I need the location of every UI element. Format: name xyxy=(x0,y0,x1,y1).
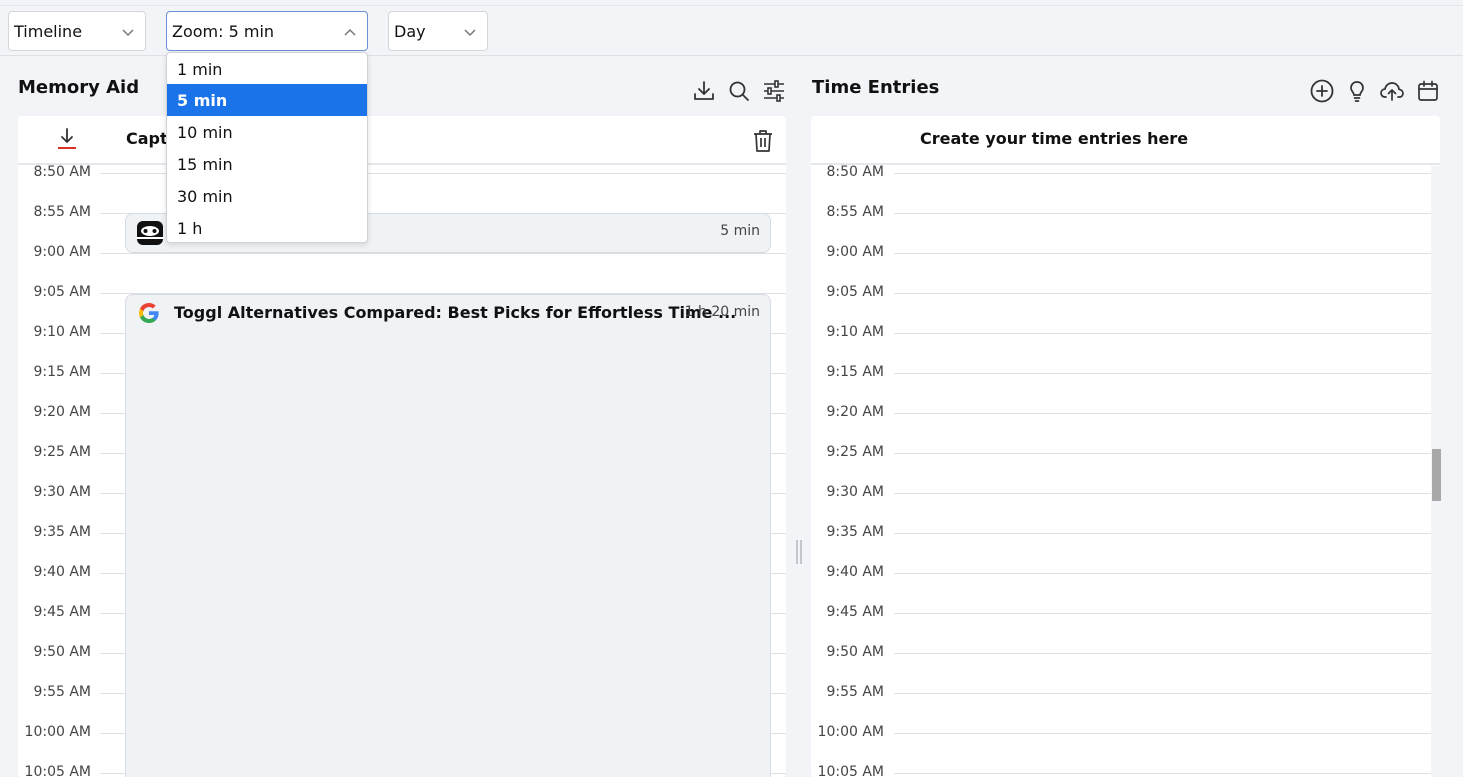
event-duration: 5 min xyxy=(720,223,760,239)
zoom-option[interactable]: 10 min xyxy=(167,116,367,148)
memory-aid-title: Memory Aid xyxy=(18,77,140,98)
event-duration: 1 h 20 min xyxy=(684,304,760,320)
time-gridline xyxy=(894,773,1431,774)
event-title: Toggl Alternatives Compared: Best Picks … xyxy=(174,303,737,322)
time-label: 10:00 AM xyxy=(24,724,91,740)
time-gridline xyxy=(894,293,1431,294)
zoom-option-selected[interactable]: 5 min xyxy=(167,84,367,116)
time-gridline xyxy=(894,653,1431,654)
event-block[interactable]: Toggl Alternatives Compared: Best Picks … xyxy=(125,294,771,777)
zoom-option[interactable]: 1 min xyxy=(167,53,367,85)
time-label: 9:45 AM xyxy=(826,604,884,620)
cloud-upload-icon[interactable] xyxy=(1378,77,1406,105)
chevron-down-icon xyxy=(122,29,134,37)
time-label: 9:35 AM xyxy=(826,524,884,540)
time-gridline xyxy=(894,453,1431,454)
time-label: 10:00 AM xyxy=(817,724,884,740)
time-label: 9:55 AM xyxy=(826,684,884,700)
scrollbar-thumb[interactable] xyxy=(1432,449,1441,501)
time-gridline xyxy=(894,613,1431,614)
time-label: 8:55 AM xyxy=(33,204,91,220)
time-label: 9:10 AM xyxy=(33,324,91,340)
time-label: 8:50 AM xyxy=(826,164,884,180)
time-gridline xyxy=(894,733,1431,734)
time-label: 9:35 AM xyxy=(33,524,91,540)
time-entries-card: Create your time entries here 8:50 AM 8:5… xyxy=(811,116,1440,777)
time-label: 8:55 AM xyxy=(826,204,884,220)
time-label: 9:40 AM xyxy=(33,564,91,580)
chevron-up-icon xyxy=(344,28,356,36)
google-icon xyxy=(138,302,160,324)
toolbar: Timeline Zoom: 5 min Day xyxy=(0,6,1463,56)
panel-resize-handle[interactable] xyxy=(795,540,803,564)
zoom-select[interactable]: Zoom: 5 min xyxy=(166,11,368,51)
time-gridline xyxy=(894,533,1431,534)
memory-aid-card: Capt 8:50 AM 8:55 AM 9:00 AM 9:05 AM 9:10 AM… xyxy=(18,116,786,777)
search-icon[interactable] xyxy=(725,77,753,105)
time-gridline xyxy=(894,253,1431,254)
time-entries-title: Time Entries xyxy=(812,77,940,98)
time-label: 9:00 AM xyxy=(826,244,884,260)
time-label: 9:15 AM xyxy=(33,364,91,380)
time-label: 9:20 AM xyxy=(33,404,91,420)
time-gridline xyxy=(894,173,1431,174)
time-label: 8:50 AM xyxy=(33,164,91,180)
time-gridline xyxy=(894,333,1431,334)
trash-icon[interactable] xyxy=(751,128,775,154)
time-label: 9:30 AM xyxy=(33,484,91,500)
download-captured-icon[interactable] xyxy=(56,127,78,151)
add-circle-icon[interactable] xyxy=(1308,77,1336,105)
time-label: 9:45 AM xyxy=(33,604,91,620)
time-label: 10:05 AM xyxy=(817,764,884,777)
view-select[interactable]: Timeline xyxy=(8,11,146,51)
time-gridline xyxy=(894,693,1431,694)
zoom-select-value: Zoom: 5 min xyxy=(172,21,275,41)
time-label: 9:25 AM xyxy=(826,444,884,460)
filter-sliders-icon[interactable] xyxy=(760,77,788,105)
view-select-value: Timeline xyxy=(14,21,83,41)
time-label: 9:20 AM xyxy=(826,404,884,420)
download-icon[interactable] xyxy=(690,77,718,105)
time-gridline xyxy=(894,373,1431,374)
time-label: 9:30 AM xyxy=(826,484,884,500)
time-label: 9:50 AM xyxy=(826,644,884,660)
time-gridline xyxy=(894,413,1431,414)
zoom-option[interactable]: 30 min xyxy=(167,180,367,212)
time-label: 9:40 AM xyxy=(826,564,884,580)
time-entries-header: Create your time entries here xyxy=(811,116,1440,165)
sloth-app-icon xyxy=(136,220,164,246)
zoom-option[interactable]: 15 min xyxy=(167,148,367,180)
time-entries-header-label: Create your time entries here xyxy=(920,129,1189,148)
time-label: 9:05 AM xyxy=(826,284,884,300)
time-gridline xyxy=(894,213,1431,214)
captured-header-label: Capt xyxy=(126,129,168,148)
time-label: 9:10 AM xyxy=(826,324,884,340)
time-label: 9:05 AM xyxy=(33,284,91,300)
time-label: 9:25 AM xyxy=(33,444,91,460)
time-label: 9:50 AM xyxy=(33,644,91,660)
zoom-menu: 1 min 5 min 10 min 15 min 30 min 1 h xyxy=(166,52,368,243)
memory-aid-header: Capt xyxy=(18,116,786,165)
time-label: 10:05 AM xyxy=(24,764,91,777)
lightbulb-icon[interactable] xyxy=(1343,77,1371,105)
time-gridline xyxy=(894,493,1431,494)
time-label: 9:00 AM xyxy=(33,244,91,260)
time-gridline xyxy=(894,573,1431,574)
calendar-icon[interactable] xyxy=(1414,77,1442,105)
range-select[interactable]: Day xyxy=(388,11,488,51)
range-select-value: Day xyxy=(394,21,426,41)
time-label: 9:55 AM xyxy=(33,684,91,700)
time-label: 9:15 AM xyxy=(826,364,884,380)
zoom-option[interactable]: 1 h xyxy=(167,212,367,244)
time-gridline xyxy=(100,253,786,254)
chevron-down-icon xyxy=(464,29,476,37)
